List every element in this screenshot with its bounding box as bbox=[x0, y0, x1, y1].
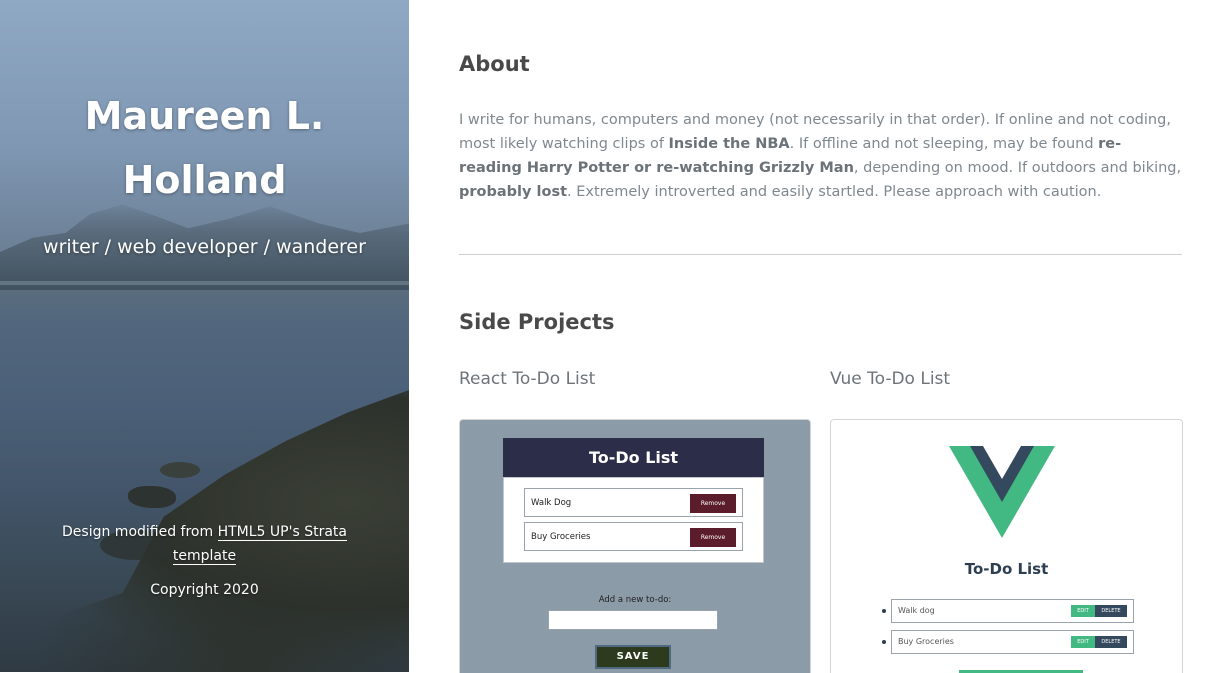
about-text-3: , depending on mood. If outdoors and bik… bbox=[853, 160, 1182, 176]
vue-edit-button: EDIT bbox=[1071, 605, 1095, 617]
bullet-icon bbox=[882, 640, 886, 644]
react-todo-text: Buy Groceries bbox=[531, 532, 591, 542]
vue-project-title: Vue To-Do List bbox=[830, 369, 951, 389]
about-text-2: . If offline and not sleeping, may be fo… bbox=[789, 136, 1099, 152]
vue-delete-button: DELETE bbox=[1095, 636, 1127, 648]
about-heading: About bbox=[459, 52, 530, 76]
section-divider bbox=[459, 254, 1182, 255]
about-text-4: . Extremely introverted and easily start… bbox=[567, 184, 1102, 200]
hero-footer: Design modified from HTML5 UP's Strata t… bbox=[50, 520, 359, 602]
react-todo-item: Buy Groceries Remove bbox=[524, 522, 743, 551]
credit-prefix: Design modified from bbox=[62, 524, 218, 540]
author-name-line2: Holland bbox=[122, 158, 287, 202]
vue-project-thumbnail[interactable]: To-Do List Walk dog EDIT DELETE Buy Groc… bbox=[830, 419, 1183, 673]
vue-todo-text: Walk dog bbox=[898, 606, 935, 615]
react-add-label: Add a new to-do: bbox=[598, 595, 672, 605]
react-app-preview: To-Do List Walk Dog Remove Buy Groceries… bbox=[503, 438, 764, 563]
vue-todo-item: Buy Groceries EDIT DELETE bbox=[871, 630, 1136, 654]
author-name-line1: Maureen L. bbox=[84, 94, 325, 138]
rock bbox=[128, 486, 176, 508]
react-project-title: React To-Do List bbox=[459, 369, 596, 389]
react-app-title: To-Do List bbox=[503, 438, 764, 477]
rock bbox=[160, 462, 200, 478]
vue-todo-box: Buy Groceries EDIT DELETE bbox=[891, 630, 1134, 654]
hero-panel: Maureen L. Holland writer / web develope… bbox=[0, 0, 409, 672]
react-todo-list: Walk Dog Remove Buy Groceries Remove bbox=[503, 477, 764, 563]
vue-app-title: To-Do List bbox=[964, 560, 1049, 578]
bullet-icon bbox=[882, 609, 886, 613]
about-bold-lost: probably lost bbox=[459, 184, 567, 200]
react-remove-button: Remove bbox=[690, 494, 736, 513]
vue-todo-text: Buy Groceries bbox=[898, 637, 954, 646]
credit-line: Design modified from HTML5 UP's Strata t… bbox=[50, 520, 359, 568]
react-todo-text: Walk Dog bbox=[531, 498, 572, 508]
author-name: Maureen L. Holland bbox=[0, 84, 409, 212]
author-tagline: writer / web developer / wanderer bbox=[43, 236, 366, 258]
react-remove-button: Remove bbox=[690, 528, 736, 547]
react-todo-item: Walk Dog Remove bbox=[524, 488, 743, 517]
vue-todo-item: Walk dog EDIT DELETE bbox=[871, 599, 1136, 623]
react-save-button: SAVE bbox=[595, 645, 671, 669]
about-bold-nba: Inside the NBA bbox=[668, 136, 790, 152]
vue-logo-icon bbox=[949, 446, 1055, 538]
about-paragraph: I write for humans, computers and money … bbox=[459, 108, 1182, 204]
react-new-todo-input bbox=[548, 610, 718, 630]
copyright-text: Copyright 2020 bbox=[150, 582, 259, 598]
vue-edit-button: EDIT bbox=[1071, 636, 1095, 648]
vue-delete-button: DELETE bbox=[1095, 605, 1127, 617]
react-project-thumbnail[interactable]: To-Do List Walk Dog Remove Buy Groceries… bbox=[459, 419, 811, 673]
side-projects-heading: Side Projects bbox=[459, 310, 615, 334]
vue-todo-box: Walk dog EDIT DELETE bbox=[891, 599, 1134, 623]
shoreline bbox=[0, 281, 409, 285]
